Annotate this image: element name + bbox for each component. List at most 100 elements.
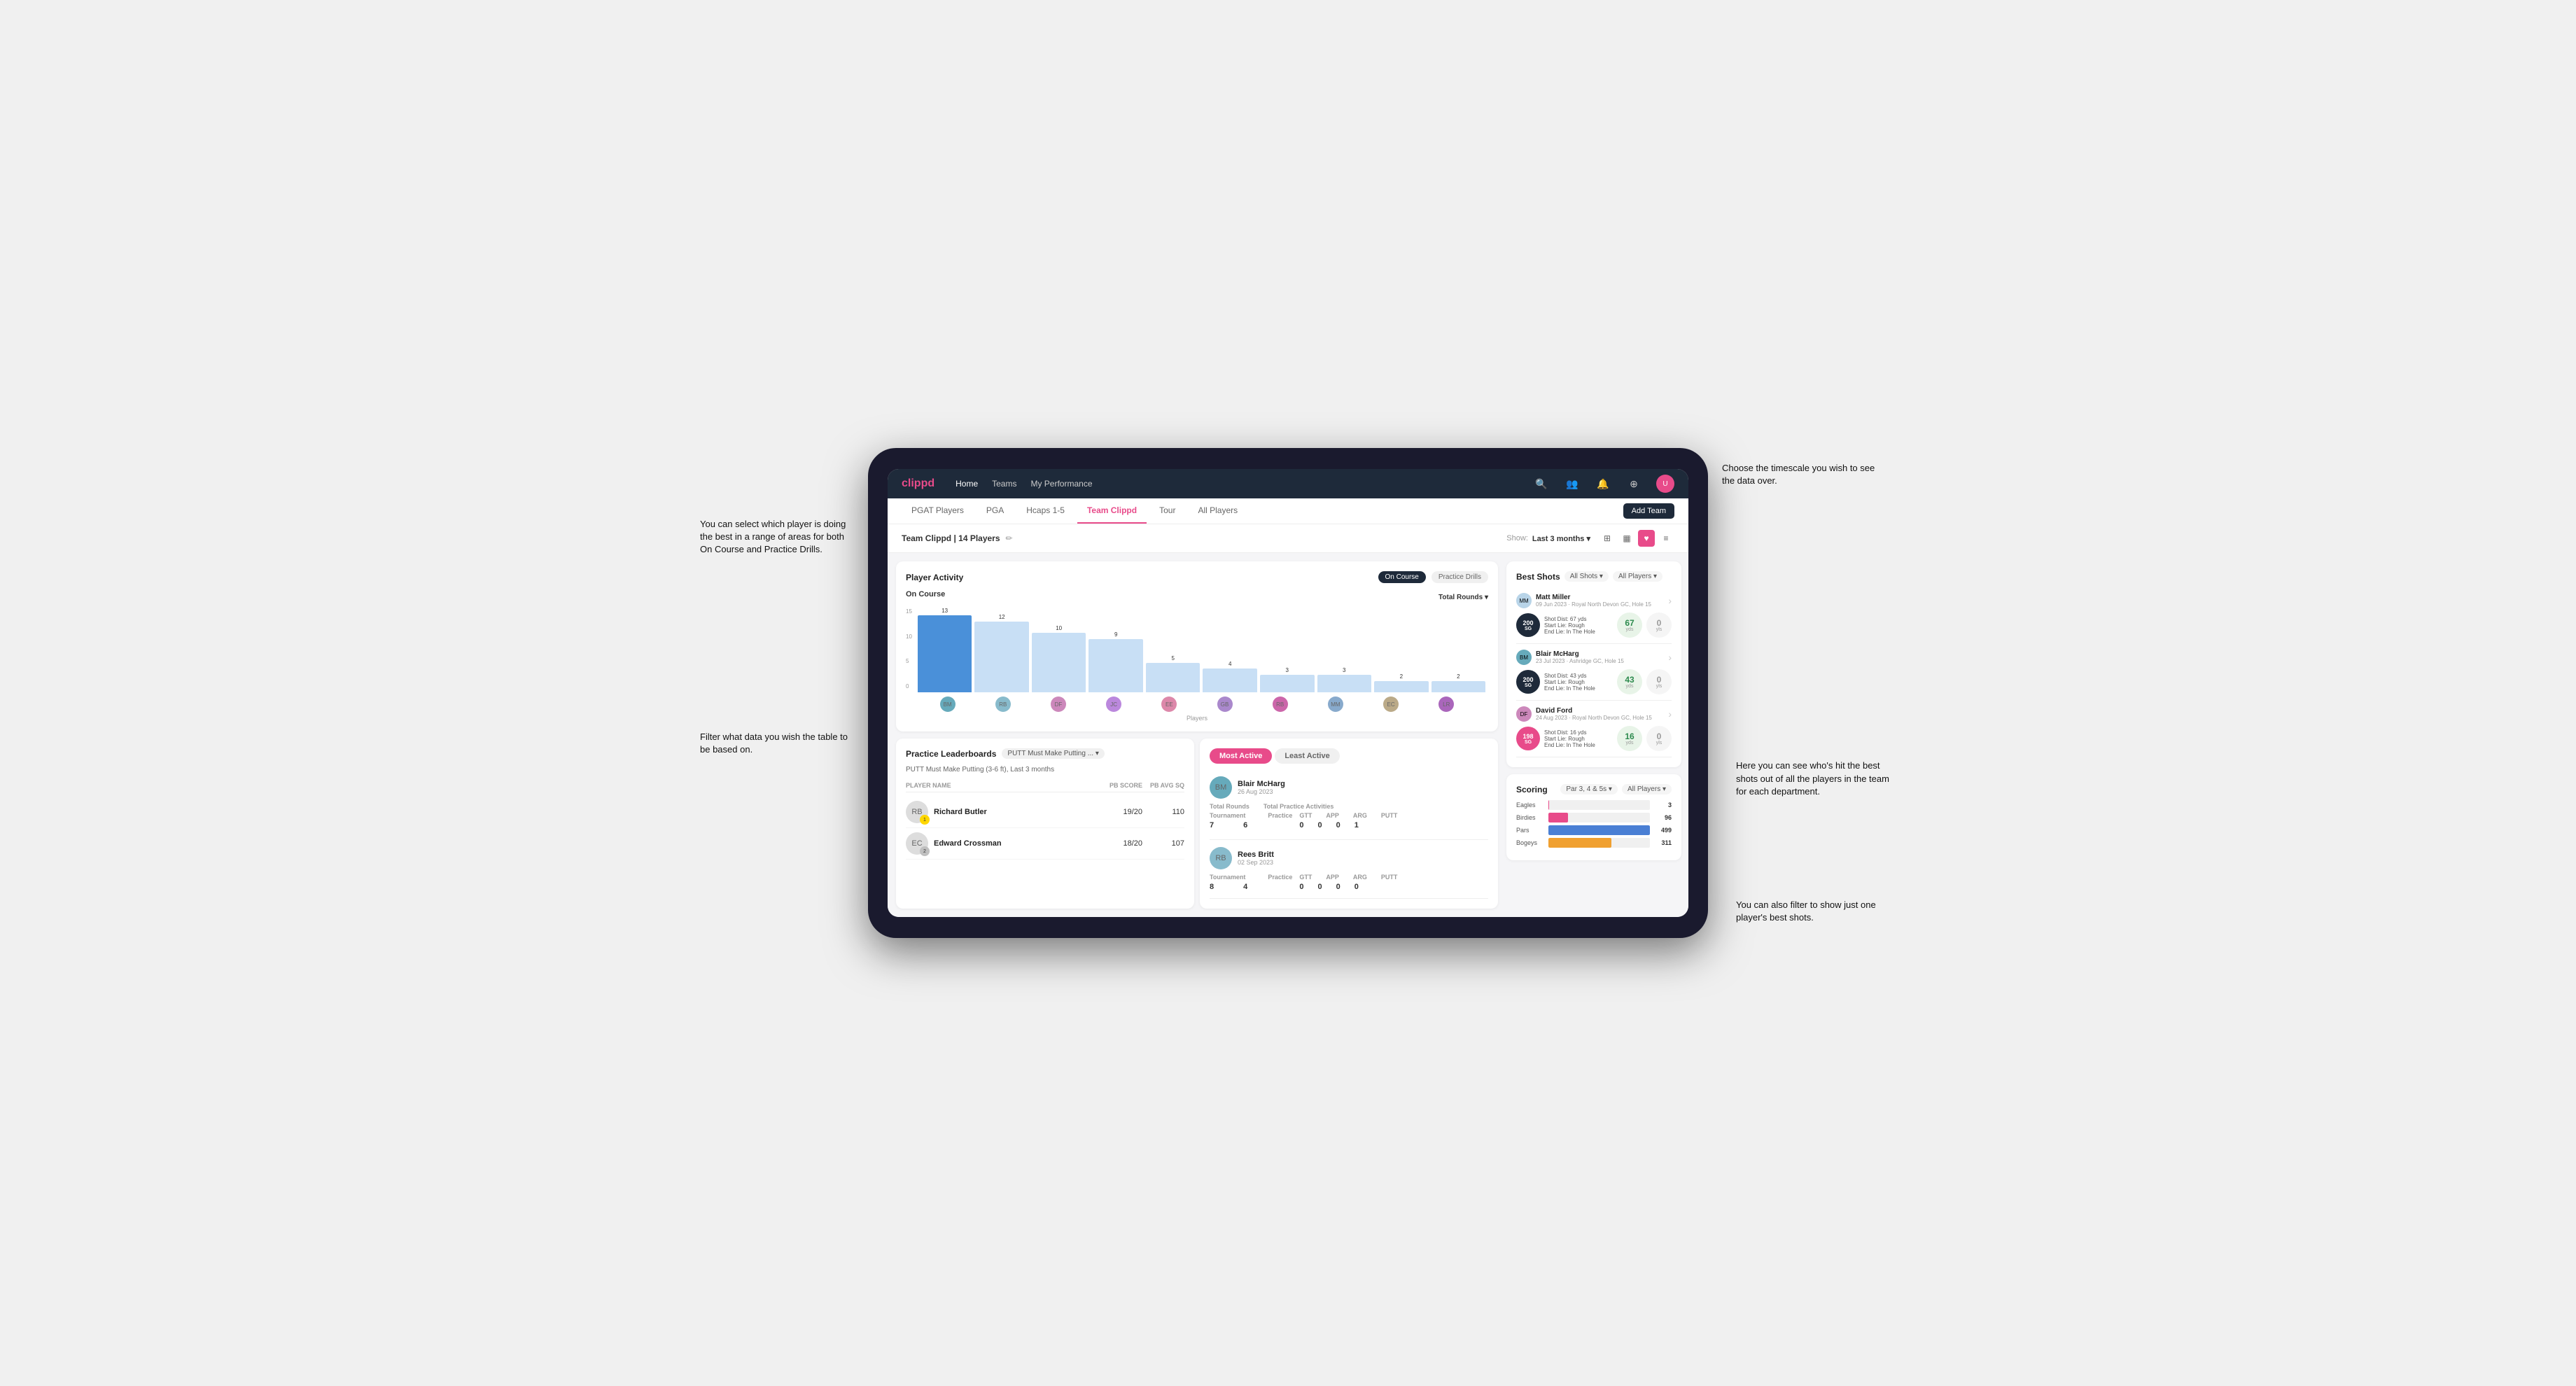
shot-player-header-1: MM Matt Miller 09 Jun 2023 · Royal North… [1516,593,1672,608]
scoring-filter-2[interactable]: All Players ▾ [1622,784,1672,794]
player-avg-edward: 107 [1142,839,1184,848]
tab-hcaps[interactable]: Hcaps 1-5 [1016,498,1074,524]
leaderboard-header: Practice Leaderboards PUTT Must Make Put… [906,748,1184,759]
shot-text-2: Shot Dist: 43 yds Start Lie: Rough End L… [1544,673,1613,692]
bar-fill-4 [1146,663,1200,692]
view-grid2-icon[interactable]: ▦ [1618,530,1635,547]
bogeys-label: Bogeys [1516,839,1544,846]
annotation-bot-left: Filter what data you wish the table to b… [700,731,854,756]
tab-pga[interactable]: PGA [976,498,1014,524]
all-players-filter[interactable]: All Players ▾ [1613,571,1662,582]
shot-zero-bubble-2: 0 yls [1646,669,1672,694]
shot-badge-3: 198 SG [1516,727,1540,750]
bar-value-6: 3 [1286,667,1289,673]
player-rank-avatar-2: EC 2 [906,832,928,855]
player-avatar-chart-5: GB [1217,696,1233,712]
people-icon[interactable]: 👥 [1564,475,1581,492]
shot-badge-2: 200 SG [1516,670,1540,694]
active-player-1: BM Blair McHarg 26 Aug 2023 Total Rounds… [1210,769,1488,840]
bottom-left-section: Practice Leaderboards PUTT Must Make Put… [896,738,1498,909]
x-axis-label: Players [906,715,1488,722]
nav-link-teams[interactable]: Teams [992,479,1016,489]
leaderboard-filter[interactable]: PUTT Must Make Putting ... ▾ [1002,748,1104,759]
rank-badge-silver: 2 [920,846,930,856]
bar-group-1: 12 [974,614,1029,692]
left-panel: Player Activity On Course Practice Drill… [888,553,1506,917]
rank-badge-gold: 1 [920,815,930,825]
best-shots-title: Best Shots [1516,572,1560,582]
scoring-header: Scoring Par 3, 4 & 5s ▾ All Players ▾ [1516,784,1672,794]
add-team-button[interactable]: Add Team [1623,503,1674,519]
eagles-label: Eagles [1516,802,1544,808]
shot-details-1: 200 SG Shot Dist: 67 yds Start Lie: Roug… [1516,612,1672,638]
player-avatar-chart-0: BM [940,696,955,712]
col-player-name: PLAYER NAME [906,782,1100,789]
col-pb-score: PB SCORE [1100,782,1142,789]
tab-team-clippd[interactable]: Team Clippd [1077,498,1147,524]
leaderboard-title: Practice Leaderboards [906,749,996,759]
bar-value-4: 5 [1172,655,1175,662]
shot-player-name-1: Matt Miller [1536,594,1664,601]
player-avatar-chart-4: EE [1161,696,1177,712]
active-player-header-2: RB Rees Britt 02 Sep 2023 [1210,847,1488,869]
nav-link-home[interactable]: Home [955,479,978,489]
leaderboard-subtitle: PUTT Must Make Putting (3-6 ft), Last 3 … [906,766,1184,774]
shot-player-name-3: David Ford [1536,707,1664,715]
active-avatar-rees: RB [1210,847,1232,869]
shot-dist-bubble-3: 16 yds [1617,726,1642,751]
player-avatar-chart-9: LR [1438,696,1454,712]
shot-zero-bubble-1: 0 yls [1646,612,1672,638]
bar-fill-1 [974,622,1029,692]
show-label: Show: [1506,534,1528,542]
scoring-card: Scoring Par 3, 4 & 5s ▾ All Players ▾ Ea… [1506,774,1681,860]
bar-group-2: 10 [1032,625,1086,692]
edit-icon[interactable]: ✏ [1006,533,1013,543]
view-filter-icon[interactable]: ≡ [1658,530,1674,547]
active-player-header-1: BM Blair McHarg 26 Aug 2023 [1210,776,1488,799]
player-avatar-chart-3: JC [1106,696,1121,712]
shot-chevron-2[interactable]: › [1668,652,1672,663]
scoring-title: Scoring [1516,785,1556,794]
player-score-edward: 18/20 [1100,839,1142,848]
view-heart-icon[interactable]: ♥ [1638,530,1655,547]
search-icon[interactable]: 🔍 [1533,475,1550,492]
on-course-toggle[interactable]: On Course [1378,571,1426,583]
user-avatar[interactable]: U [1656,475,1674,493]
shot-entry-3: DF David Ford 24 Aug 2023 · Royal North … [1516,701,1672,757]
shot-chevron-1[interactable]: › [1668,595,1672,606]
practice-drills-toggle[interactable]: Practice Drills [1432,571,1488,583]
total-rounds-dropdown[interactable]: Total Rounds ▾ [1438,594,1488,601]
tab-tour[interactable]: Tour [1149,498,1185,524]
shot-entry-1: MM Matt Miller 09 Jun 2023 · Royal North… [1516,587,1672,644]
shot-player-meta-2: 23 Jul 2023 · Ashridge GC, Hole 15 [1536,658,1664,664]
bar-value-0: 13 [941,608,948,614]
most-active-tab[interactable]: Most Active [1210,748,1272,764]
plus-circle-icon[interactable]: ⊕ [1625,475,1642,492]
bogeys-bar-container [1548,838,1650,848]
bar-value-3: 9 [1114,631,1117,638]
tab-all-players[interactable]: All Players [1188,498,1247,524]
shot-chevron-3[interactable]: › [1668,708,1672,720]
bar-group-5: 4 [1203,661,1257,692]
eagles-bar [1548,800,1549,810]
nav-link-performance[interactable]: My Performance [1030,479,1092,489]
practice-stats-2: GTTAPPARGPUTT 0000 [1299,874,1397,891]
time-select[interactable]: Last 3 months ▾ [1532,534,1590,543]
all-shots-filter[interactable]: All Shots ▾ [1564,571,1609,582]
least-active-tab[interactable]: Least Active [1275,748,1339,764]
view-grid4-icon[interactable]: ⊞ [1599,530,1616,547]
scoring-row-bogeys: Bogeys 311 [1516,838,1672,848]
pars-val: 499 [1654,827,1672,834]
most-active-card: Most Active Least Active BM Blair McHarg… [1200,738,1498,909]
bar-fill-2 [1032,633,1086,692]
bell-icon[interactable]: 🔔 [1595,475,1611,492]
shot-text-1: Shot Dist: 67 yds Start Lie: Rough End L… [1544,616,1613,635]
shot-text-3: Shot Dist: 16 yds Start Lie: Rough End L… [1544,729,1613,748]
shot-details-3: 198 SG Shot Dist: 16 yds Start Lie: Roug… [1516,726,1672,751]
tab-pgat-players[interactable]: PGAT Players [902,498,974,524]
active-player-name-1: Blair McHarg [1238,780,1488,788]
bar-fill-0 [918,615,972,692]
tablet-frame: clippd Home Teams My Performance 🔍 👥 🔔 ⊕… [868,448,1708,938]
scoring-filter-1[interactable]: Par 3, 4 & 5s ▾ [1560,784,1618,794]
player-activity-header: Player Activity On Course Practice Drill… [906,571,1488,583]
